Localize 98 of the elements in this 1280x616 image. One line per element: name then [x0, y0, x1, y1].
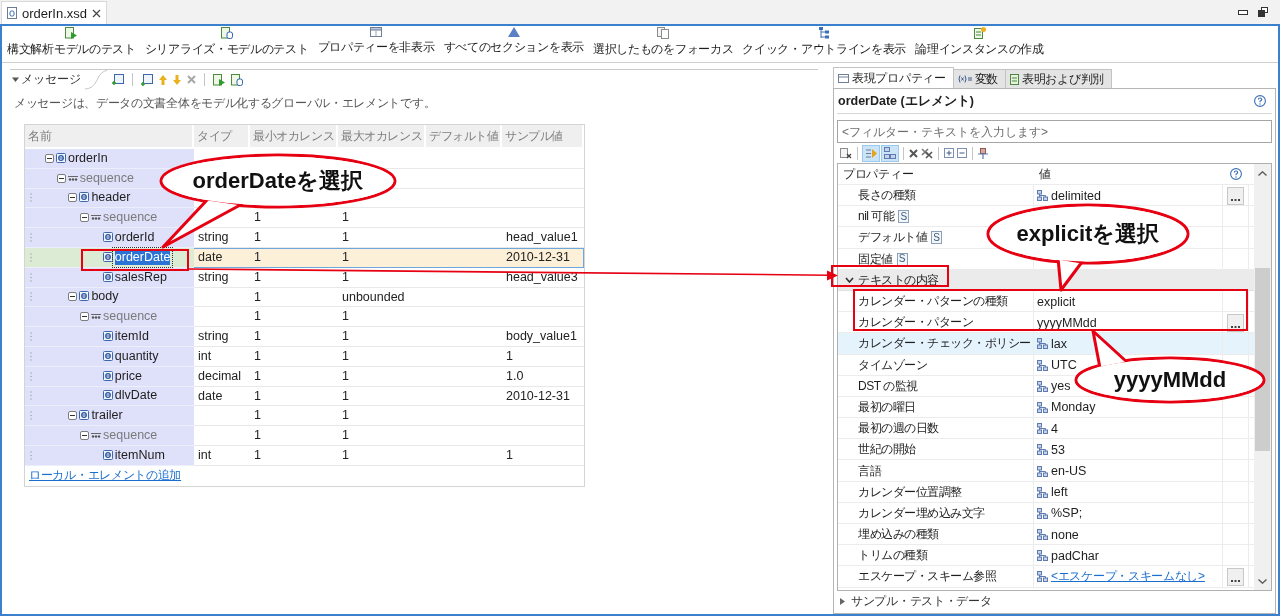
- table-cell-text: 1: [253, 387, 262, 405]
- property-value: yes: [1051, 379, 1071, 394]
- property-value: yyyyMMdd: [1037, 315, 1097, 330]
- property-label: エスケープ・スキーム参照: [858, 568, 996, 586]
- table-cell-text: 1: [505, 347, 514, 365]
- table-cell-text: 1: [253, 249, 262, 266]
- property-value: none: [1051, 527, 1079, 542]
- table-cell-text: 1: [341, 347, 350, 365]
- property-label: カレンダー埋め込み文字: [858, 504, 985, 522]
- table-cell-text: date: [197, 249, 224, 266]
- property-label: タイムゾーン: [858, 356, 927, 374]
- table-cell-text: 1: [253, 367, 262, 385]
- property-value: UTC: [1051, 358, 1077, 373]
- property-label: カレンダー・パターン: [858, 314, 973, 332]
- table-cell-text: 1: [253, 308, 262, 326]
- table-cell-text: 2010-12-31: [505, 387, 571, 405]
- table-cell-text: string: [197, 268, 230, 286]
- table-cell-text: 1: [341, 407, 350, 425]
- table-cell-text: 1: [253, 209, 262, 227]
- property-value: explicit: [1037, 294, 1076, 309]
- property-label: 固定値: [858, 250, 893, 268]
- property-label: nil 可能: [858, 208, 895, 226]
- table-cell-text: date: [197, 387, 224, 405]
- table-cell-text: head_value3: [505, 268, 579, 286]
- table-cell-text: string: [197, 229, 230, 247]
- property-label: 埋め込みの種類: [858, 526, 939, 544]
- property-label: 最初の週の日数: [858, 420, 939, 438]
- node-name: body: [91, 289, 119, 305]
- table-cell-text: 1: [341, 268, 350, 286]
- view-title: orderDate (エレメント): [838, 92, 974, 110]
- property-label: デフォルト値: [858, 229, 927, 247]
- table-cell-text: 1: [341, 229, 350, 247]
- node-name: sequence: [103, 428, 158, 444]
- table-cell-text: 1: [341, 209, 350, 227]
- node-name: itemNum: [114, 447, 165, 463]
- table-cell-text: 1: [253, 446, 262, 464]
- table-cell-text: 1: [253, 328, 262, 346]
- node-name: salesRep: [114, 269, 167, 285]
- table-cell-text: 1: [253, 229, 262, 247]
- table-cell-text: 1: [341, 328, 350, 346]
- node-name: itemId: [114, 329, 149, 345]
- table-cell-text: 1: [341, 367, 350, 385]
- column-header: 値: [1038, 165, 1051, 183]
- table-cell-text: 1: [341, 427, 350, 445]
- node-name: sequence: [79, 170, 134, 186]
- node-name: header: [91, 190, 131, 206]
- table-cell-text: 1: [341, 308, 350, 326]
- section-description: メッセージは、データの文書全体をモデル化するグローバル・エレメントです。: [13, 95, 437, 112]
- property-value: %SP;: [1051, 506, 1083, 521]
- property-value: left: [1051, 485, 1068, 500]
- node-name: trailer: [91, 408, 123, 424]
- letter-badge: S: [898, 210, 910, 224]
- property-label: 最初の曜日: [858, 398, 916, 416]
- property-value: 4: [1051, 421, 1058, 436]
- property-label: 世紀の開始: [858, 441, 916, 459]
- table-cell-text: 2010-12-31: [505, 249, 571, 266]
- property-label: 言語: [858, 462, 881, 480]
- callout-tooltip: explicitを選択: [985, 202, 1192, 293]
- property-label: カレンダー・パターンの種類: [858, 293, 1008, 311]
- table-cell-text: int: [197, 347, 213, 365]
- node-name: quantity: [114, 348, 159, 364]
- table-cell-text: 1.0: [505, 367, 525, 385]
- table-cell-text: decimal: [197, 367, 243, 385]
- property-value: delimited: [1051, 188, 1102, 203]
- table-cell-text: 1: [505, 446, 514, 464]
- table-cell-text: 1: [253, 407, 262, 425]
- letter-badge: S: [931, 231, 942, 245]
- property-label: カレンダー・チェック・ポリシー: [858, 335, 1031, 353]
- node-name: price: [114, 368, 142, 384]
- node-name: sequence: [103, 309, 158, 325]
- table-cell-text: 1: [341, 446, 350, 464]
- property-label: DST の監視: [858, 377, 918, 395]
- letter-badge: S: [896, 252, 908, 266]
- table-cell-text: head_value1: [505, 229, 579, 247]
- table-cell-text: unbounded: [341, 288, 406, 306]
- node-name: dlvDate: [114, 388, 158, 404]
- table-cell-text: 1: [253, 347, 262, 365]
- table-cell-text: 1: [253, 268, 262, 286]
- property-label: カレンダー位置調整: [858, 483, 962, 501]
- property-label: 長さの種類: [858, 187, 916, 205]
- node-name: orderId: [114, 230, 155, 246]
- table-cell-text: int: [197, 446, 213, 464]
- table-cell-text: 1: [341, 387, 350, 405]
- property-value: 53: [1051, 442, 1065, 457]
- property-value: en-US: [1051, 464, 1087, 479]
- property-value: lax: [1051, 336, 1067, 351]
- table-cell-text: 1: [253, 288, 262, 306]
- node-name: sequence: [103, 210, 158, 226]
- table-cell-text: string: [197, 328, 230, 346]
- property-value: padChar: [1051, 548, 1099, 563]
- property-label: トリムの種類: [858, 547, 927, 565]
- table-cell-text: 1: [341, 249, 350, 266]
- table-cell-text: 1: [253, 427, 262, 445]
- table-cell-text: body_value1: [505, 328, 578, 346]
- property-value: Monday: [1051, 400, 1096, 415]
- node-name: orderIn: [68, 150, 108, 166]
- category-label: テキストの内容: [858, 271, 939, 289]
- column-header: プロパティー: [842, 165, 914, 183]
